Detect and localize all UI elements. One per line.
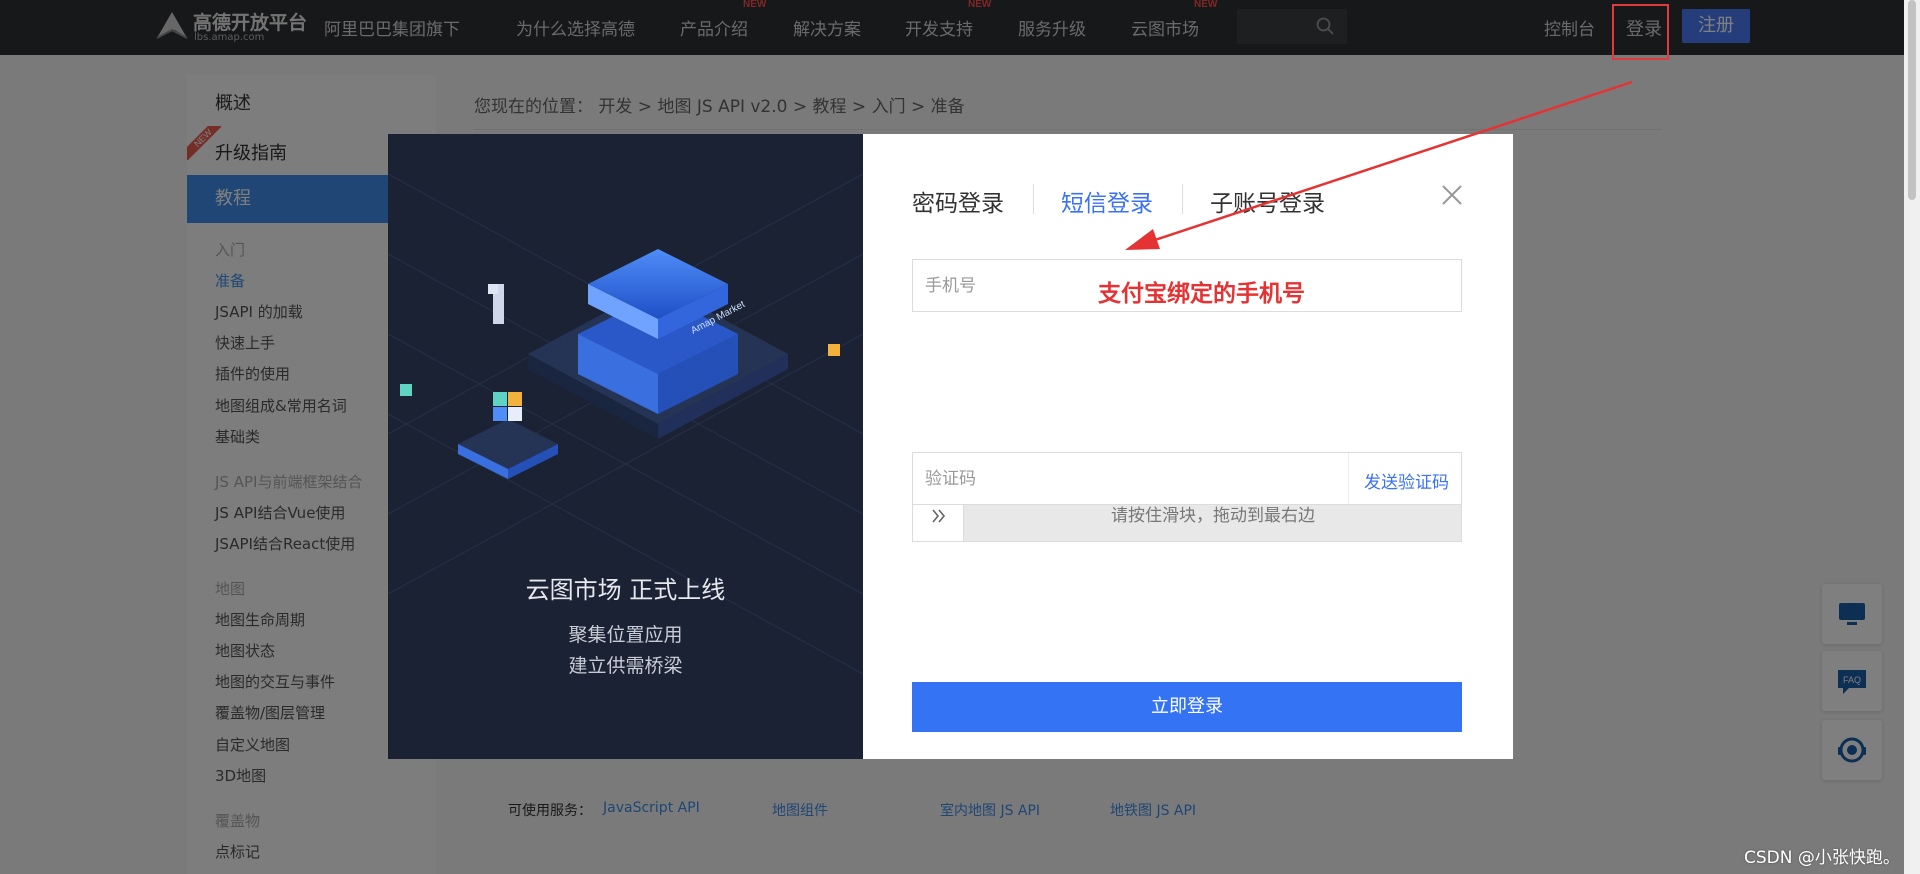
login-highlight-box — [1612, 4, 1669, 60]
login-modal: Amap Market 云图市场 正式上线 聚集位置应用 建立供需桥梁 密码登录… — [388, 134, 1513, 759]
code-input[interactable] — [925, 453, 1325, 504]
code-field[interactable]: 发送验证码 — [912, 452, 1462, 505]
tab-password-login[interactable]: 密码登录 — [912, 184, 1004, 218]
login-submit-button[interactable]: 立即登录 — [912, 682, 1462, 732]
promo-line: 建立供需桥梁 — [568, 655, 683, 677]
close-icon[interactable] — [1441, 184, 1463, 206]
tab-sms-login[interactable]: 短信登录 — [1061, 184, 1153, 218]
promo-panel: Amap Market 云图市场 正式上线 聚集位置应用 建立供需桥梁 — [388, 134, 863, 759]
tab-divider — [1033, 184, 1034, 214]
phone-annotation: 支付宝绑定的手机号 — [1098, 281, 1305, 307]
tab-subaccount-login[interactable]: 子账号登录 — [1210, 184, 1325, 218]
scrollbar-thumb[interactable] — [1908, 0, 1916, 200]
watermark: CSDN @小张快跑。 — [1744, 848, 1900, 868]
send-code-button[interactable]: 发送验证码 — [1364, 468, 1449, 493]
divider — [1348, 453, 1349, 504]
promo-line: 聚集位置应用 — [568, 624, 683, 646]
page-scrollbar[interactable] — [1904, 0, 1920, 874]
promo-title: 云图市场 正式上线 — [525, 576, 726, 604]
tab-divider — [1182, 184, 1183, 214]
